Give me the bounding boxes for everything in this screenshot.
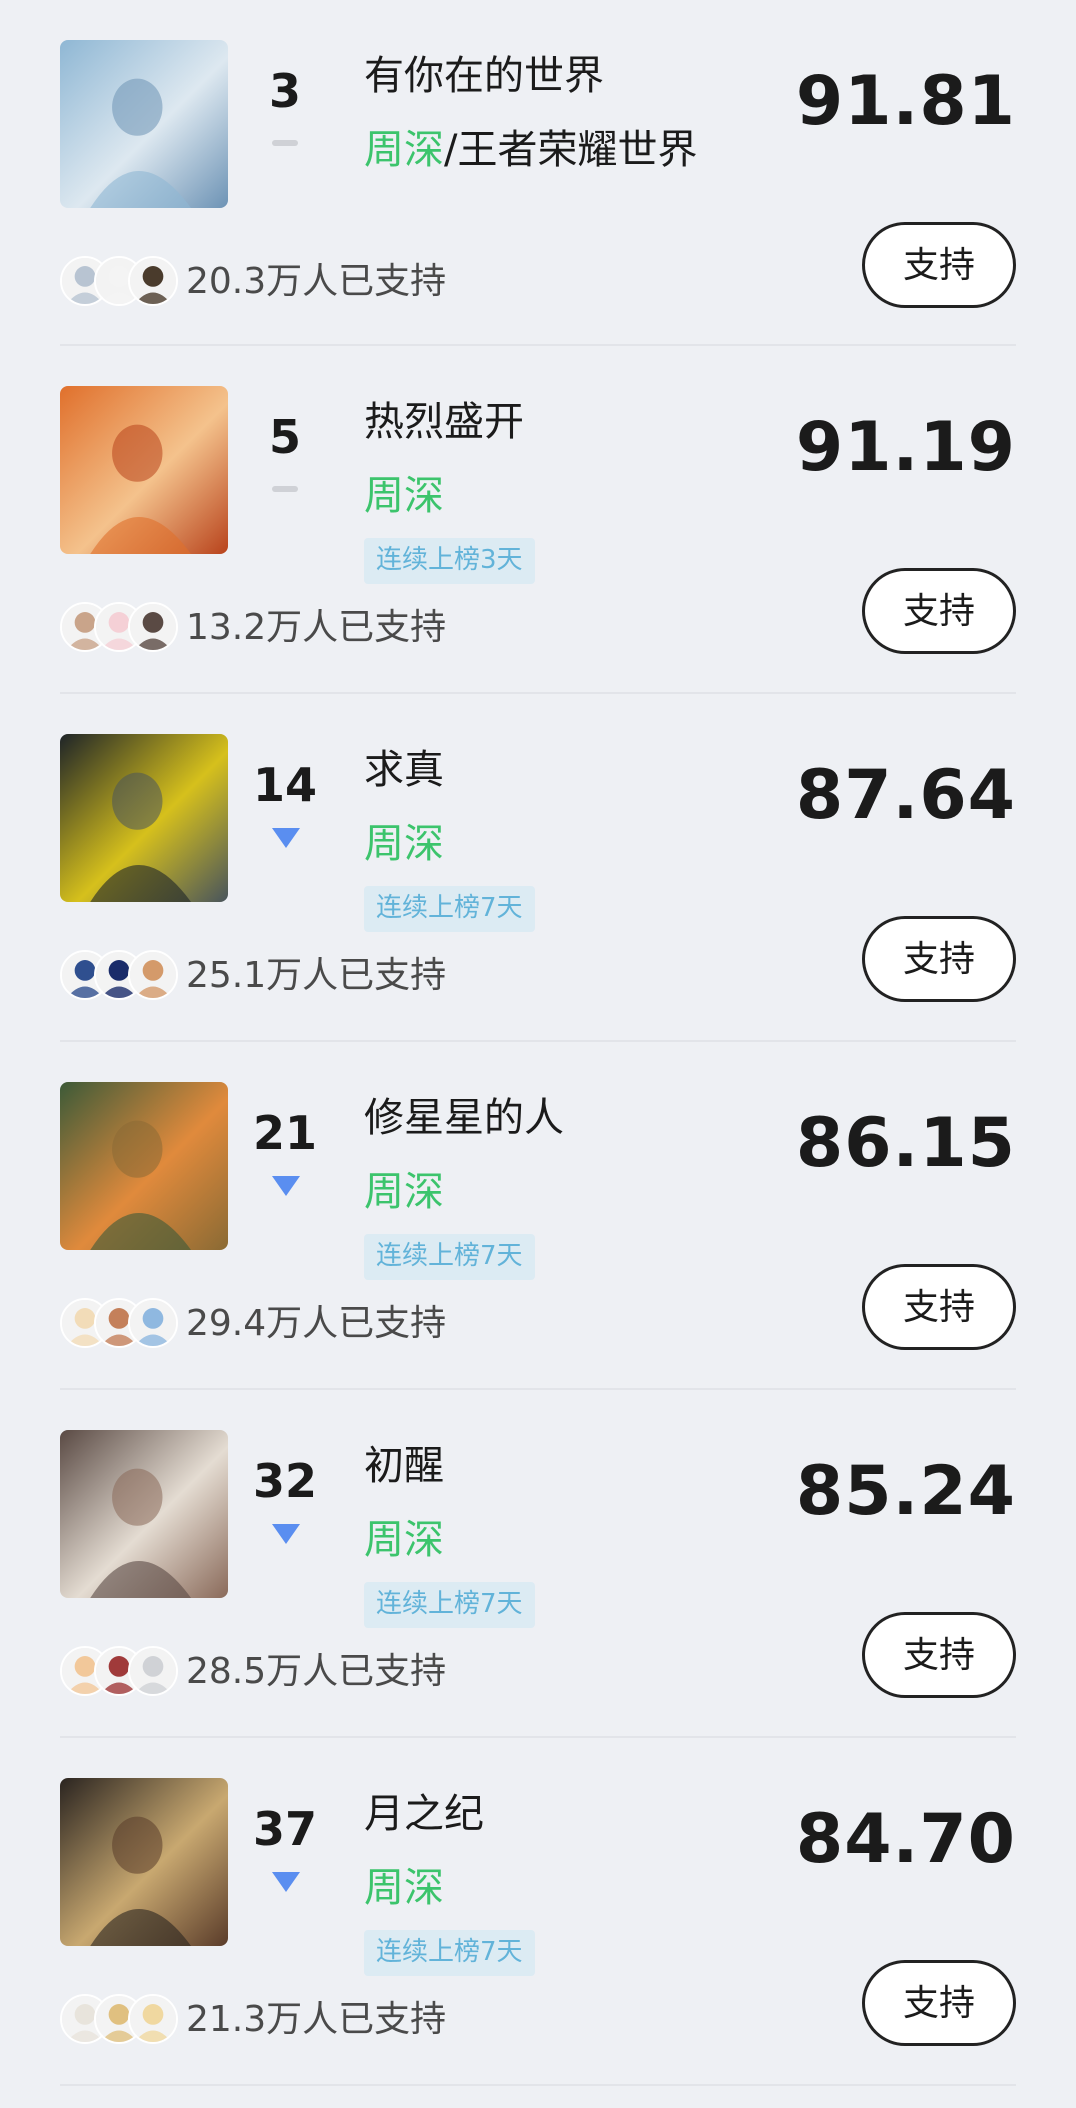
score: 86.15 bbox=[795, 1104, 1016, 1183]
cover-art bbox=[60, 386, 228, 554]
streak-badge: 连续上榜7天 bbox=[364, 1930, 535, 1976]
song-title[interactable]: 有你在的世界 bbox=[364, 56, 604, 96]
album-cover[interactable] bbox=[60, 386, 228, 554]
song-title[interactable]: 月之纪 bbox=[364, 1794, 484, 1834]
supporter-count: 25.1万人已支持 bbox=[186, 955, 447, 996]
artist-name[interactable]: 周深 bbox=[364, 821, 444, 867]
avatar bbox=[128, 1994, 178, 2044]
supporter-count: 21.3万人已支持 bbox=[186, 1999, 447, 2040]
list-item[interactable]: 3 有你在的世界 周深/王者荣耀世界 91.81 20.3万人已支持 支持 bbox=[60, 0, 1016, 346]
song-title[interactable]: 修星星的人 bbox=[364, 1098, 564, 1138]
artist-name[interactable]: 周深 bbox=[364, 1517, 444, 1563]
cover-art bbox=[60, 40, 228, 208]
supporter-avatars bbox=[60, 950, 178, 1000]
trend-down-icon bbox=[235, 1170, 335, 1200]
list-item[interactable]: 21 修星星的人 周深 连续上榜7天 86.15 29.4万人已支持 支持 bbox=[60, 1042, 1016, 1390]
trend-flat-icon bbox=[235, 128, 335, 158]
artist-line: 周深 bbox=[364, 1520, 444, 1560]
score: 85.24 bbox=[795, 1452, 1016, 1531]
support-button[interactable]: 支持 bbox=[862, 568, 1016, 654]
artist-extra: 王者荣耀世界 bbox=[457, 127, 698, 173]
artist-line: 周深/王者荣耀世界 bbox=[364, 130, 697, 170]
rank-number: 21 bbox=[252, 1106, 317, 1160]
cover-art bbox=[60, 1082, 228, 1250]
support-button[interactable]: 支持 bbox=[862, 1612, 1016, 1698]
list-item[interactable]: 37 月之纪 周深 连续上榜7天 84.70 21.3万人已支持 支持 bbox=[60, 1738, 1016, 2086]
album-cover[interactable] bbox=[60, 1778, 228, 1946]
list-item[interactable]: 14 求真 周深 连续上榜7天 87.64 25.1万人已支持 支持 bbox=[60, 694, 1016, 1042]
support-button[interactable]: 支持 bbox=[862, 222, 1016, 308]
streak-badge: 连续上榜7天 bbox=[364, 886, 535, 932]
artist-line: 周深 bbox=[364, 824, 444, 864]
support-button[interactable]: 支持 bbox=[862, 1264, 1016, 1350]
score: 87.64 bbox=[795, 756, 1016, 835]
list-item[interactable]: 5 热烈盛开 周深 连续上榜3天 91.19 13.2万人已支持 支持 bbox=[60, 346, 1016, 694]
artist-line: 周深 bbox=[364, 1172, 444, 1212]
rank-number: 5 bbox=[268, 410, 301, 464]
trend-down-icon bbox=[235, 1866, 335, 1896]
ranking-list: 3 有你在的世界 周深/王者荣耀世界 91.81 20.3万人已支持 支持 5 … bbox=[0, 0, 1076, 2086]
artist-line: 周深 bbox=[364, 1868, 444, 1908]
artist-name[interactable]: 周深 bbox=[364, 1169, 444, 1215]
trend-flat-icon bbox=[235, 474, 335, 504]
artist-separator: / bbox=[444, 127, 458, 173]
song-title[interactable]: 初醒 bbox=[364, 1446, 444, 1486]
trend-down-icon bbox=[235, 822, 335, 852]
cover-art bbox=[60, 1430, 228, 1598]
supporter-avatars bbox=[60, 602, 178, 652]
supporter-avatars bbox=[60, 1298, 178, 1348]
supporter-count: 13.2万人已支持 bbox=[186, 607, 447, 648]
supporter-avatars bbox=[60, 256, 178, 306]
streak-badge: 连续上榜7天 bbox=[364, 1234, 535, 1280]
cover-art bbox=[60, 1778, 228, 1946]
rank-number: 32 bbox=[252, 1454, 317, 1508]
avatar bbox=[128, 950, 178, 1000]
supporter-count: 28.5万人已支持 bbox=[186, 1651, 447, 1692]
artist-name[interactable]: 周深 bbox=[364, 473, 444, 519]
support-button[interactable]: 支持 bbox=[862, 1960, 1016, 2046]
avatar bbox=[128, 256, 178, 306]
avatar bbox=[128, 1298, 178, 1348]
rank-number: 14 bbox=[252, 758, 317, 812]
score: 84.70 bbox=[795, 1800, 1016, 1879]
supporter-avatars bbox=[60, 1994, 178, 2044]
cover-art bbox=[60, 734, 228, 902]
song-title[interactable]: 求真 bbox=[364, 750, 444, 790]
streak-badge: 连续上榜3天 bbox=[364, 538, 535, 584]
avatar bbox=[128, 1646, 178, 1696]
supporter-avatars bbox=[60, 1646, 178, 1696]
avatar bbox=[128, 602, 178, 652]
score: 91.81 bbox=[795, 62, 1016, 141]
artist-name[interactable]: 周深 bbox=[364, 127, 444, 173]
streak-badge: 连续上榜7天 bbox=[364, 1582, 535, 1628]
album-cover[interactable] bbox=[60, 40, 228, 208]
rank-number: 3 bbox=[268, 64, 301, 118]
album-cover[interactable] bbox=[60, 734, 228, 902]
rank-number: 37 bbox=[252, 1802, 317, 1856]
score: 91.19 bbox=[795, 408, 1016, 487]
trend-down-icon bbox=[235, 1518, 335, 1548]
song-title[interactable]: 热烈盛开 bbox=[364, 402, 524, 442]
supporter-count: 20.3万人已支持 bbox=[186, 261, 447, 302]
album-cover[interactable] bbox=[60, 1430, 228, 1598]
support-button[interactable]: 支持 bbox=[862, 916, 1016, 1002]
list-item[interactable]: 32 初醒 周深 连续上榜7天 85.24 28.5万人已支持 支持 bbox=[60, 1390, 1016, 1738]
artist-name[interactable]: 周深 bbox=[364, 1865, 444, 1911]
supporter-count: 29.4万人已支持 bbox=[186, 1303, 447, 1344]
artist-line: 周深 bbox=[364, 476, 444, 516]
album-cover[interactable] bbox=[60, 1082, 228, 1250]
